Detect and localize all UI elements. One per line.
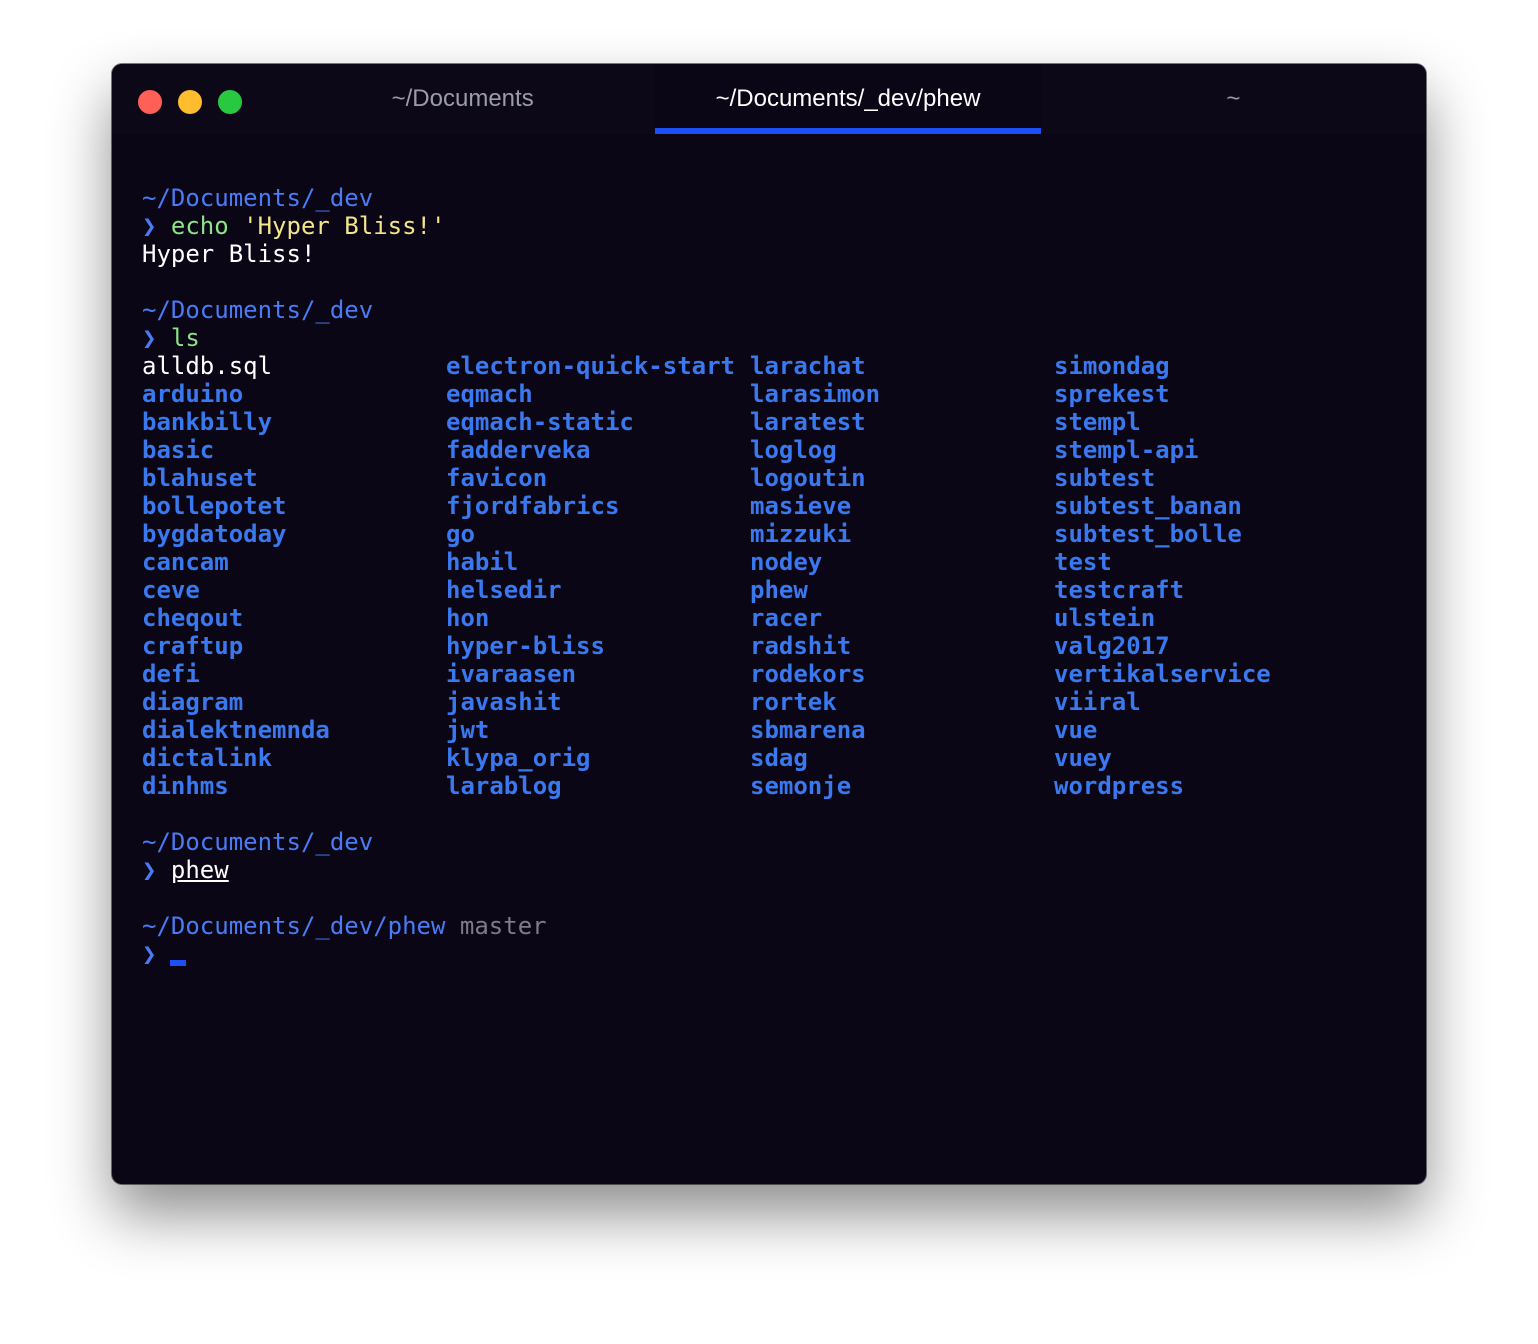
ls-directory-entry: cancam: [142, 548, 229, 576]
ls-directory-entry: dialektnemnda: [142, 716, 330, 744]
ls-directory-entry: stempl-api: [1054, 436, 1199, 464]
ls-directory-entry: diagram: [142, 688, 244, 716]
command-name: echo: [170, 212, 229, 240]
prompt-path: ~/Documents/_dev: [142, 184, 374, 212]
ls-directory-entry: laratest: [750, 408, 866, 436]
prompt-path: ~/Documents/_dev: [142, 296, 374, 324]
prompt-path-line: ~/Documents/_dev: [142, 828, 1396, 856]
ls-directory-entry: ivaraasen: [446, 660, 577, 688]
ls-directory-entry: dictalink: [142, 744, 273, 772]
ls-directory-entry: test: [1054, 548, 1112, 576]
command-line: ❯ echo 'Hyper Bliss!': [142, 212, 1396, 240]
ls-directory-entry: helsedir: [446, 576, 562, 604]
ls-file-entry: alldb.sql: [142, 352, 273, 380]
title-bar: ~/Documents ~/Documents/_dev/phew ~: [112, 64, 1426, 134]
command-line: ❯ ls: [142, 324, 1396, 352]
ls-directory-entry: larablog: [446, 772, 562, 800]
ls-directory-entry: subtest_bolle: [1054, 520, 1242, 548]
prompt-path-line: ~/Documents/_dev/phew master: [142, 912, 1396, 940]
ls-directory-entry: simondag: [1054, 352, 1170, 380]
ls-directory-entry: bollepotet: [142, 492, 287, 520]
command-output: Hyper Bliss!: [142, 240, 316, 268]
ls-directory-entry: sprekest: [1054, 380, 1170, 408]
ls-directory-entry: rodekors: [750, 660, 866, 688]
ls-directory-entry: fjordfabrics: [446, 492, 620, 520]
ls-directory-entry: go: [446, 520, 475, 548]
ls-directory-entry: phew: [750, 576, 808, 604]
ls-directory-entry: eqmach-static: [446, 408, 634, 436]
prompt-chevron-icon: ❯: [142, 324, 157, 352]
ls-directory-entry: mizzuki: [750, 520, 852, 548]
prompt-path: ~/Documents/_dev/phew: [142, 912, 446, 940]
command-name: ls: [170, 324, 200, 352]
ls-directory-entry: larasimon: [750, 380, 881, 408]
git-branch: master: [459, 912, 547, 940]
prompt-chevron-icon: ❯: [142, 856, 157, 884]
ls-directory-entry: sbmarena: [750, 716, 866, 744]
ls-directory-entry: radshit: [750, 632, 852, 660]
tab-phew[interactable]: ~/Documents/_dev/phew: [655, 64, 1041, 134]
ls-directory-entry: hyper-bliss: [446, 632, 605, 660]
close-window-button[interactable]: [138, 90, 162, 114]
ls-directory-entry: klypa_orig: [446, 744, 591, 772]
ls-directory-entry: defi: [142, 660, 200, 688]
prompt-path-line: ~/Documents/_dev: [142, 184, 1396, 212]
minimize-window-button[interactable]: [178, 90, 202, 114]
ls-directory-entry: racer: [750, 604, 823, 632]
ls-directory-entry: electron-quick-start: [446, 352, 735, 380]
prompt-chevron-icon: ❯: [142, 212, 157, 240]
ls-directory-entry: loglog: [750, 436, 837, 464]
ls-directory-entry: ulstein: [1054, 604, 1156, 632]
ls-directory-entry: vertikalservice: [1054, 660, 1271, 688]
text-cursor: [170, 960, 187, 966]
ls-directory-entry: fadderveka: [446, 436, 591, 464]
tab-documents[interactable]: ~/Documents: [270, 64, 655, 134]
command-name: phew: [170, 856, 229, 884]
ls-directory-entry: masieve: [750, 492, 852, 520]
ls-directory-entry: favicon: [446, 464, 548, 492]
ls-directory-entry: eqmach: [446, 380, 533, 408]
prompt-path-line: ~/Documents/_dev: [142, 296, 1396, 324]
ls-directory-entry: wordpress: [1054, 772, 1185, 800]
ls-directory-entry: javashit: [446, 688, 562, 716]
tab-bar: ~/Documents ~/Documents/_dev/phew ~: [270, 64, 1426, 134]
ls-directory-entry: stempl: [1054, 408, 1141, 436]
ls-directory-entry: larachat: [750, 352, 866, 380]
command-line: ❯ phew: [142, 856, 1396, 884]
ls-directory-entry: blahuset: [142, 464, 258, 492]
ls-directory-entry: dinhms: [142, 772, 229, 800]
ls-directory-entry: viiral: [1054, 688, 1141, 716]
ls-directory-entry: basic: [142, 436, 215, 464]
ls-directory-entry: nodey: [750, 548, 823, 576]
ls-directory-entry: cheqout: [142, 604, 244, 632]
terminal-window: ~/Documents ~/Documents/_dev/phew ~ ~/Do…: [112, 64, 1426, 1184]
ls-directory-entry: logoutin: [750, 464, 866, 492]
ls-directory-entry: habil: [446, 548, 519, 576]
ls-directory-entry: vue: [1054, 716, 1098, 744]
ls-directory-entry: vuey: [1054, 744, 1112, 772]
ls-directory-entry: ceve: [142, 576, 200, 604]
prompt-chevron-icon: ❯: [142, 940, 157, 968]
ls-directory-entry: subtest_banan: [1054, 492, 1242, 520]
tab-home[interactable]: ~: [1041, 64, 1426, 134]
ls-directory-entry: subtest: [1054, 464, 1156, 492]
zoom-window-button[interactable]: [218, 90, 242, 114]
ls-directory-entry: bygdatoday: [142, 520, 287, 548]
ls-directory-entry: bankbilly: [142, 408, 273, 436]
ls-directory-entry: hon: [446, 604, 490, 632]
terminal-content[interactable]: ~/Documents/_dev ❯ echo 'Hyper Bliss!' H…: [142, 184, 1396, 968]
ls-directory-entry: sdag: [750, 744, 808, 772]
ls-directory-entry: semonje: [750, 772, 852, 800]
ls-directory-entry: valg2017: [1054, 632, 1170, 660]
prompt-path: ~/Documents/_dev: [142, 828, 374, 856]
input-line[interactable]: ❯: [142, 940, 1396, 968]
command-argument: 'Hyper Bliss!': [243, 212, 446, 240]
ls-directory-entry: craftup: [142, 632, 244, 660]
ls-output: alldb.sql arduino bankbilly basic blahuset bo…: [142, 352, 1396, 800]
ls-directory-entry: arduino: [142, 380, 244, 408]
ls-directory-entry: testcraft: [1054, 576, 1185, 604]
ls-directory-entry: jwt: [446, 716, 490, 744]
ls-directory-entry: rortek: [750, 688, 837, 716]
